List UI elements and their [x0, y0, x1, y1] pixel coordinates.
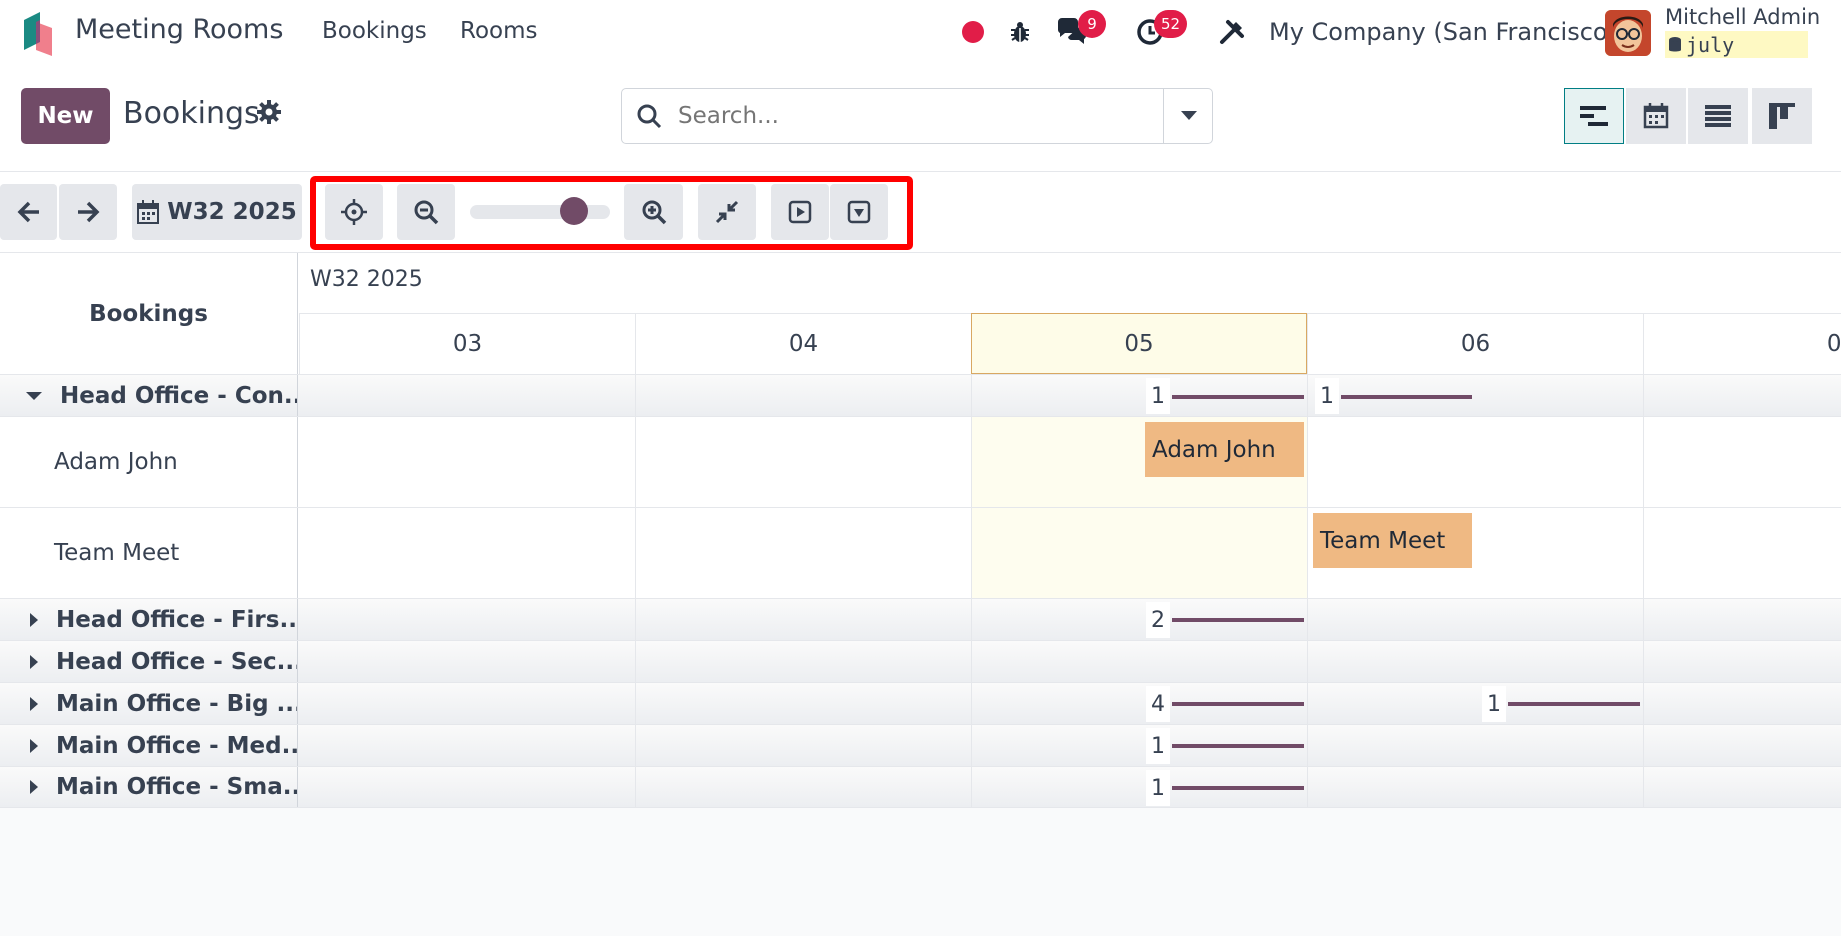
- group-row[interactable]: Head Office - Sec...: [0, 640, 1841, 682]
- scale-label: W32 2025: [167, 199, 297, 225]
- day-divider: [971, 374, 972, 809]
- group-row-label[interactable]: Main Office - Med...: [0, 725, 298, 766]
- group-name: Main Office - Sma...: [56, 774, 298, 800]
- search-bar: [621, 88, 1213, 144]
- booking-range-line[interactable]: [1508, 702, 1640, 706]
- calendar-view-button[interactable]: [1626, 88, 1686, 144]
- menu-bookings[interactable]: Bookings: [322, 18, 427, 44]
- group-row-label[interactable]: Head Office - Sec...: [0, 641, 298, 682]
- caret-right-icon: [30, 738, 38, 753]
- kanban-icon: [1769, 103, 1795, 129]
- calendar-icon: [1643, 103, 1669, 129]
- day-header: 07: [1643, 313, 1841, 374]
- meeting-rooms-logo[interactable]: [22, 12, 54, 56]
- caret-right-icon: [30, 612, 38, 627]
- group-row[interactable]: Main Office - Sma... 1: [0, 766, 1841, 808]
- messages-badge: 9: [1078, 10, 1106, 38]
- kanban-view-button[interactable]: [1752, 88, 1812, 144]
- group-row-label[interactable]: Head Office - Firs...: [0, 599, 298, 640]
- database-icon: [1669, 36, 1681, 51]
- resource-row: Team Meet Team Meet: [0, 507, 1841, 598]
- menu-rooms[interactable]: Rooms: [460, 18, 537, 44]
- booking-range-line[interactable]: [1172, 702, 1304, 706]
- day-header-label: 07: [1826, 331, 1841, 357]
- control-panel: New Bookings: [0, 68, 1841, 172]
- caret-down-icon: [1180, 111, 1197, 120]
- page-title: Bookings: [123, 96, 260, 131]
- booking-range-line[interactable]: [1341, 395, 1472, 399]
- group-row[interactable]: Main Office - Med... 1: [0, 724, 1841, 766]
- caret-right-icon: [30, 696, 38, 711]
- booking-count[interactable]: 1: [1146, 770, 1170, 806]
- caret-right-icon: [30, 654, 38, 669]
- resource-row: Adam John Adam John: [0, 416, 1841, 507]
- highlight-annotation-box: [310, 176, 913, 250]
- user-name[interactable]: Mitchell Admin: [1665, 5, 1820, 29]
- list-view-button[interactable]: [1688, 88, 1748, 144]
- day-header: 06: [1307, 313, 1643, 374]
- booking-range-line[interactable]: [1172, 744, 1304, 748]
- top-navbar: Meeting Rooms Bookings Rooms 9 52 My Com…: [0, 0, 1841, 68]
- booking-pill[interactable]: Adam John: [1145, 422, 1304, 477]
- booking-count[interactable]: 1: [1315, 378, 1339, 414]
- group-name: Main Office - Big ...: [56, 690, 298, 717]
- booking-range-line[interactable]: [1172, 618, 1304, 622]
- new-button[interactable]: New: [21, 88, 110, 144]
- day-divider: [1643, 374, 1644, 809]
- group-row[interactable]: Head Office - Firs... 2: [0, 598, 1841, 640]
- caret-down-icon: [26, 391, 42, 400]
- next-button[interactable]: [59, 184, 117, 240]
- group-name: Head Office - Firs...: [56, 606, 298, 633]
- user-avatar[interactable]: [1605, 10, 1651, 56]
- tools-icon[interactable]: [1214, 14, 1250, 50]
- list-icon: [1705, 105, 1731, 127]
- arrow-left-icon: [17, 201, 39, 223]
- day-header: 04: [635, 313, 971, 374]
- booking-count[interactable]: 1: [1146, 378, 1170, 414]
- group-row-label[interactable]: Head Office - Con...: [0, 375, 298, 416]
- group-name: Main Office - Med...: [56, 732, 298, 759]
- search-input[interactable]: [678, 99, 1148, 133]
- day-header-today: 05: [971, 313, 1307, 374]
- empty-area: [0, 808, 1841, 936]
- arrow-right-icon: [78, 201, 100, 223]
- gantt-grid: Bookings W32 2025 03 04 05 06 07 Head Of…: [0, 252, 1841, 809]
- scale-picker-button[interactable]: W32 2025: [132, 184, 302, 240]
- activities-badge: 52: [1154, 10, 1188, 38]
- day-divider: [1307, 374, 1308, 809]
- caret-right-icon: [30, 780, 38, 794]
- booking-count[interactable]: 4: [1146, 686, 1170, 722]
- booking-count[interactable]: 1: [1146, 728, 1170, 764]
- row-header-title: Bookings: [0, 253, 298, 374]
- bug-icon[interactable]: [1002, 14, 1038, 50]
- company-switcher[interactable]: My Company (San Francisco): [1269, 18, 1617, 46]
- gantt-icon: [1580, 106, 1608, 126]
- resource-row-label: Team Meet: [0, 508, 298, 598]
- booking-range-line[interactable]: [1172, 786, 1304, 790]
- booking-pill[interactable]: Team Meet: [1313, 513, 1472, 568]
- search-options-toggle[interactable]: [1163, 89, 1213, 143]
- booking-count[interactable]: 2: [1146, 602, 1170, 638]
- calendar-icon: [137, 200, 160, 224]
- app-name[interactable]: Meeting Rooms: [75, 14, 283, 45]
- resource-row-label: Adam John: [0, 417, 298, 507]
- database-tag: july: [1665, 31, 1808, 58]
- group-row-label[interactable]: Main Office - Sma...: [0, 767, 298, 807]
- previous-button[interactable]: [0, 184, 57, 240]
- booking-range-line[interactable]: [1172, 395, 1304, 399]
- gear-icon[interactable]: [257, 100, 281, 124]
- group-row[interactable]: Head Office - Con... 1 1: [0, 374, 1841, 416]
- database-name: july: [1686, 32, 1735, 57]
- day-header: 03: [299, 313, 635, 374]
- group-name: Head Office - Con...: [60, 382, 298, 409]
- booking-count[interactable]: 1: [1482, 686, 1506, 722]
- day-divider: [635, 374, 636, 809]
- search-icon: [637, 104, 662, 129]
- group-row[interactable]: Main Office - Big ... 4 1: [0, 682, 1841, 724]
- scale-header: W32 2025: [310, 267, 423, 292]
- gantt-view-button[interactable]: [1564, 88, 1624, 144]
- group-row-label[interactable]: Main Office - Big ...: [0, 683, 298, 724]
- record-dot-icon[interactable]: [955, 14, 991, 50]
- group-name: Head Office - Sec...: [56, 648, 298, 675]
